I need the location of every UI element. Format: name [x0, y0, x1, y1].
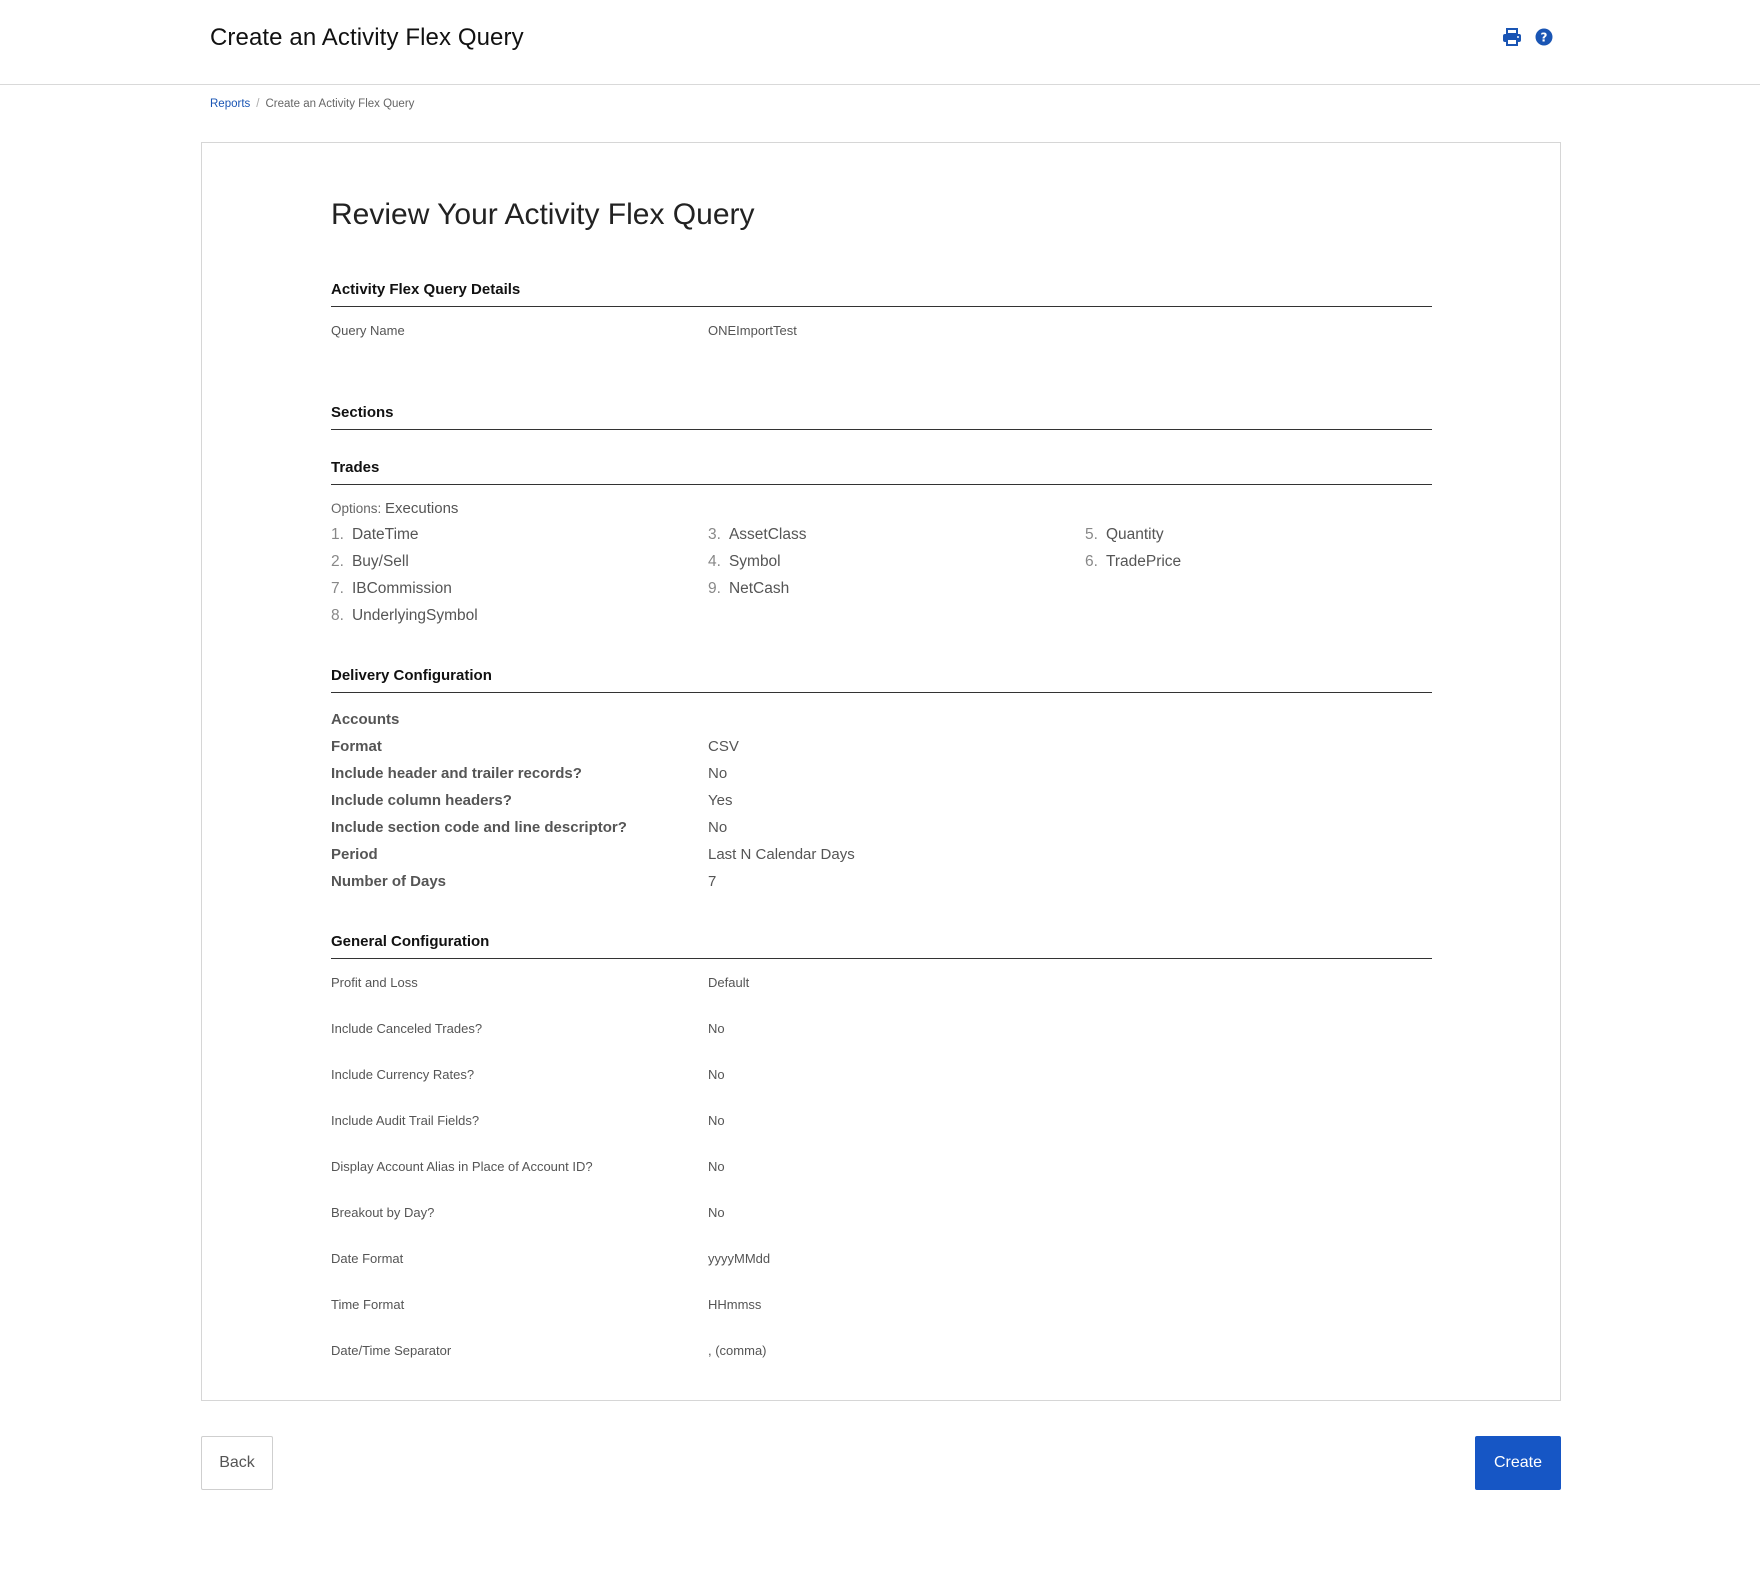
general-label: Breakout by Day?: [331, 1205, 435, 1220]
trade-field-name: DateTime: [351, 526, 419, 543]
trade-field-number: 5.: [1085, 526, 1098, 543]
trade-field-number: 2.: [331, 553, 344, 570]
breadcrumb: Reports / Create an Activity Flex Query: [210, 98, 414, 110]
top-bar: Create an Activity Flex Query ?: [0, 0, 1760, 85]
review-panel: Review Your Activity Flex Query Activity…: [201, 142, 1561, 1401]
delivery-label: Format: [331, 738, 382, 755]
trade-field: 4. Symbol: [708, 553, 781, 571]
general-value: No: [708, 1159, 725, 1174]
delivery-label: Include column headers?: [331, 792, 512, 809]
trade-field: 7. IBCommission: [331, 580, 452, 598]
header-actions: ?: [1500, 25, 1556, 49]
trade-field-name: Buy/Sell: [351, 553, 409, 570]
trade-field-name: IBCommission: [351, 580, 452, 597]
review-title: Review Your Activity Flex Query: [331, 198, 755, 231]
trades-options-label: Options:: [331, 501, 382, 516]
delivery-value: Last N Calendar Days: [708, 846, 855, 863]
delivery-value: No: [708, 765, 728, 782]
breadcrumb-reports-link[interactable]: Reports: [210, 98, 250, 110]
svg-text:?: ?: [1541, 31, 1548, 45]
delivery-value: 7: [708, 873, 717, 890]
trade-field-name: UnderlyingSymbol: [351, 607, 478, 624]
general-value: yyyyMMdd: [708, 1251, 771, 1266]
general-value: Default: [708, 975, 750, 990]
section-heading-sections: Sections: [331, 404, 1432, 430]
delivery-label: Include section code and line descriptor…: [331, 819, 627, 836]
trade-field: 5. Quantity: [1085, 526, 1164, 544]
section-heading-details: Activity Flex Query Details: [331, 281, 1432, 307]
general-label: Include Canceled Trades?: [331, 1021, 483, 1036]
section-heading-delivery: Delivery Configuration: [331, 667, 1432, 693]
section-heading-trades: Trades: [331, 459, 1432, 485]
trade-field-number: 1.: [331, 526, 344, 543]
delivery-value: CSV: [708, 738, 739, 755]
delivery-label: Number of Days: [331, 873, 447, 890]
delivery-label: Accounts: [331, 711, 400, 728]
general-value: No: [708, 1021, 725, 1036]
trades-options: Options: Executions: [331, 500, 458, 517]
trades-options-value: Executions: [385, 500, 459, 517]
general-label: Include Currency Rates?: [331, 1067, 475, 1082]
trade-field-number: 7.: [331, 580, 344, 597]
page-title: Create an Activity Flex Query: [210, 24, 524, 51]
trade-field-number: 9.: [708, 580, 721, 597]
trade-field-number: 8.: [331, 607, 344, 624]
general-value: No: [708, 1067, 725, 1082]
print-icon[interactable]: [1500, 25, 1524, 49]
trade-field-name: TradePrice: [1105, 553, 1182, 570]
general-label: Include Audit Trail Fields?: [331, 1113, 480, 1128]
general-label: Profit and Loss: [331, 975, 418, 990]
trade-field-number: 4.: [708, 553, 721, 570]
general-label: Display Account Alias in Place of Accoun…: [331, 1159, 593, 1174]
query-name-label: Query Name: [331, 323, 405, 338]
trade-field: 1. DateTime: [331, 526, 419, 544]
delivery-value: Yes: [708, 792, 733, 809]
general-label: Time Format: [331, 1297, 405, 1312]
trade-field: 9. NetCash: [708, 580, 789, 598]
general-value: No: [708, 1113, 725, 1128]
general-value: No: [708, 1205, 725, 1220]
delivery-label: Include header and trailer records?: [331, 765, 582, 782]
general-value: , (comma): [708, 1343, 767, 1358]
trade-field: 2. Buy/Sell: [331, 553, 409, 571]
trade-field: 8. UnderlyingSymbol: [331, 607, 478, 625]
trade-field-name: Quantity: [1105, 526, 1164, 543]
trade-field-name: AssetClass: [728, 526, 807, 543]
query-name-value: ONEImportTest: [708, 323, 797, 338]
trade-field-name: NetCash: [728, 580, 790, 597]
trade-field-number: 3.: [708, 526, 721, 543]
trade-field-number: 6.: [1085, 553, 1098, 570]
create-button[interactable]: Create: [1475, 1436, 1561, 1490]
general-label: Date Format: [331, 1251, 404, 1266]
delivery-label: Period: [331, 846, 378, 863]
breadcrumb-separator: /: [256, 98, 260, 110]
trade-field-name: Symbol: [728, 553, 781, 570]
section-heading-general: General Configuration: [331, 933, 1432, 959]
breadcrumb-current: Create an Activity Flex Query: [265, 98, 415, 110]
general-value: HHmmss: [708, 1297, 762, 1312]
back-button[interactable]: Back: [201, 1436, 273, 1490]
trade-field: 3. AssetClass: [708, 526, 806, 544]
trade-field: 6. TradePrice: [1085, 553, 1181, 571]
delivery-value: No: [708, 819, 728, 836]
general-label: Date/Time Separator: [331, 1343, 452, 1358]
help-icon[interactable]: ?: [1532, 25, 1556, 49]
